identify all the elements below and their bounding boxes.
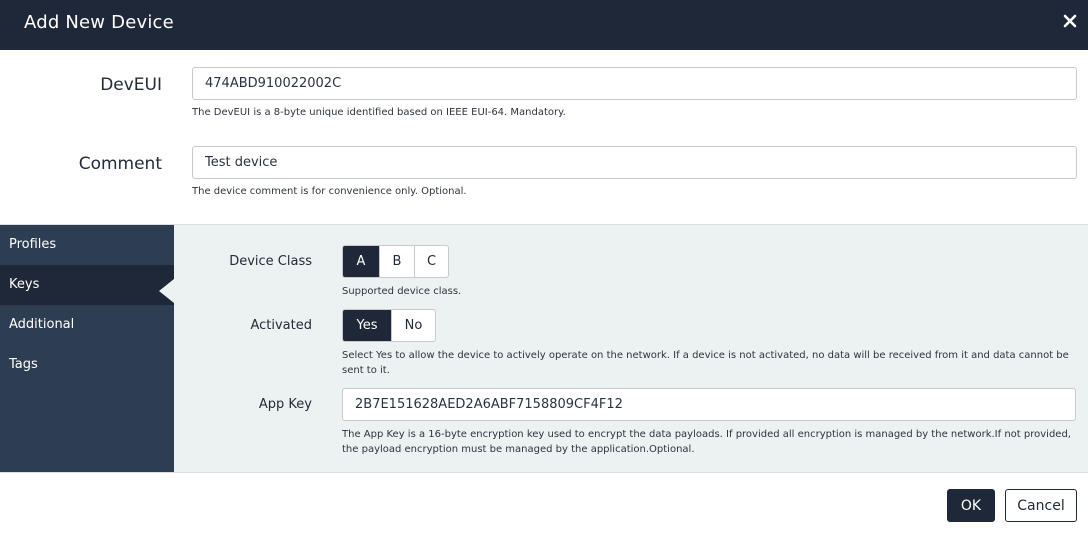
app-key-input[interactable] (342, 388, 1076, 421)
deveui-input[interactable] (192, 67, 1077, 100)
activated-label: Activated (250, 318, 312, 333)
app-key-help: The App Key is a 16-byte encryption key … (342, 429, 1071, 455)
activated-option-no[interactable]: No (391, 310, 435, 341)
device-class-option-b[interactable]: B (379, 246, 414, 277)
deveui-label: DevEUI (100, 75, 162, 95)
device-class-help: Supported device class. (342, 286, 462, 297)
close-icon[interactable] (1062, 13, 1078, 29)
activated-help: Select Yes to allow the device to active… (342, 350, 1069, 376)
comment-help: The device comment is for convenience on… (192, 186, 467, 197)
ok-button[interactable]: OK (947, 489, 995, 522)
sidebar-item-label: Keys (9, 277, 40, 292)
sidebar-item-profiles[interactable]: Profiles (0, 225, 174, 265)
activated-option-yes[interactable]: Yes (343, 310, 391, 341)
sidebar-item-label: Tags (9, 357, 38, 372)
device-class-option-c[interactable]: C (414, 246, 448, 277)
keys-panel: Device Class A B C Supported device clas… (174, 225, 1088, 472)
dialog-title: Add New Device (24, 12, 174, 33)
cancel-button[interactable]: Cancel (1005, 489, 1077, 522)
comment-label: Comment (78, 154, 162, 174)
device-class-label: Device Class (229, 254, 312, 269)
sidebar-item-label: Profiles (9, 237, 57, 252)
active-indicator-arrow (159, 279, 174, 303)
device-class-toggle: A B C (342, 245, 449, 278)
sidebar-item-keys[interactable]: Keys (0, 265, 174, 305)
sidebar-item-tags[interactable]: Tags (0, 345, 174, 385)
sidebar: Profiles Keys Additional Tags (0, 225, 174, 472)
activated-toggle: Yes No (342, 309, 436, 342)
sidebar-item-label: Additional (9, 317, 75, 332)
dialog-header: Add New Device (0, 0, 1088, 50)
app-key-label: App Key (258, 397, 312, 412)
deveui-help: The DevEUI is a 8-byte unique identified… (192, 107, 566, 118)
footer-divider (0, 472, 1088, 473)
comment-input[interactable] (192, 146, 1077, 179)
device-class-option-a[interactable]: A (343, 246, 379, 277)
sidebar-item-additional[interactable]: Additional (0, 305, 174, 345)
